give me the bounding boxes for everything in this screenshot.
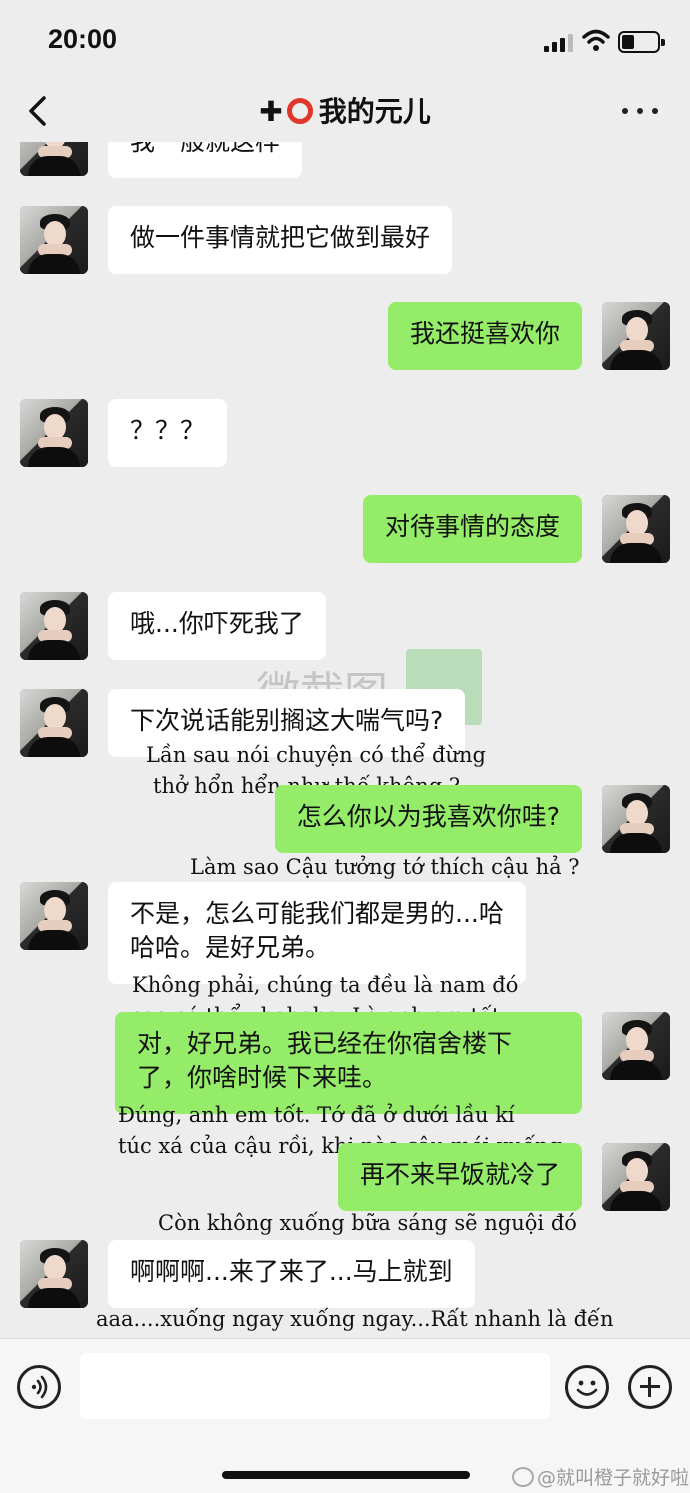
wifi-icon xyxy=(582,29,610,51)
translation-caption: Còn không xuống bữa sáng sẽ nguội đó xyxy=(158,1211,577,1235)
status-bar: 20:00 xyxy=(0,0,690,80)
message-line: 了，你啥时候下来哇。 xyxy=(137,1063,388,1092)
voice-icon[interactable] xyxy=(17,1365,61,1409)
my-avatar[interactable] xyxy=(602,785,670,853)
message-bubble[interactable]: 对待事情的态度 xyxy=(362,495,582,563)
translation-caption: Làm sao Cậu tưởng tớ thích cậu hả ? xyxy=(190,855,580,879)
plus-icon[interactable] xyxy=(628,1365,672,1409)
my-avatar[interactable] xyxy=(602,1012,670,1080)
nav-bar: ✚ 我的元儿 xyxy=(0,80,690,142)
translation-caption: aaa....xuống ngay xuống ngay...Rất nhanh… xyxy=(96,1307,614,1331)
my-avatar[interactable] xyxy=(602,495,670,563)
contact-avatar[interactable] xyxy=(20,689,88,757)
message-bubble[interactable]: 不是，怎么可能我们都是男的...哈 哈哈。是好兄弟。 xyxy=(108,882,526,984)
message-bubble[interactable]: 我一般就这样 xyxy=(108,142,303,178)
message-line: 对，好兄弟。我已经在你宿舍楼下 xyxy=(137,1029,513,1058)
home-indicator[interactable] xyxy=(222,1471,470,1479)
my-avatar[interactable] xyxy=(602,1143,670,1211)
status-time: 20:00 xyxy=(48,24,118,54)
message-bubble[interactable]: 对，好兄弟。我已经在你宿舍楼下 了，你啥时候下来哇。 xyxy=(115,1012,582,1114)
red-circle-icon xyxy=(286,98,313,124)
contact-name: 我的元儿 xyxy=(318,95,431,128)
message-bubble[interactable]: 啊啊啊...来了来了...马上就到 xyxy=(108,1240,475,1308)
contact-avatar[interactable] xyxy=(20,399,88,467)
translation-caption: Đúng, anh em tốt. Tớ đã ở dưới lầu kí xyxy=(118,1103,515,1127)
ellipsis-icon[interactable] xyxy=(622,106,658,116)
translation-caption: Lần sau nói chuyện có thể đừng xyxy=(146,743,486,767)
plus-symbol-icon: ✚ xyxy=(259,95,283,128)
message-line: 不是，怎么可能我们都是男的...哈 xyxy=(130,899,504,928)
message-list[interactable]: 我一般就这样 做一件事情就把它做到最好 我还挺喜欢你 ？？？ 对待事情的态度 哦… xyxy=(0,142,690,1338)
message-input[interactable] xyxy=(80,1353,550,1419)
contact-avatar[interactable] xyxy=(20,142,88,176)
my-avatar[interactable] xyxy=(602,302,670,370)
message-bubble[interactable]: 做一件事情就把它做到最好 xyxy=(108,206,453,274)
signal-icon xyxy=(544,32,574,52)
contact-avatar[interactable] xyxy=(20,206,88,274)
chat-title: ✚ 我的元儿 xyxy=(0,90,690,130)
battery-icon xyxy=(618,31,665,53)
message-bubble[interactable]: 怎么你以为我喜欢你哇? xyxy=(274,785,582,853)
message-bubble[interactable]: 哦...你吓死我了 xyxy=(108,592,326,660)
contact-avatar[interactable] xyxy=(20,1240,88,1308)
message-bubble[interactable]: ？？？ xyxy=(108,399,228,467)
contact-avatar[interactable] xyxy=(20,592,88,660)
emoji-icon[interactable] xyxy=(565,1365,609,1409)
translation-caption: Không phải, chúng ta đều là nam đó xyxy=(132,973,519,997)
message-line: 哈哈。是好兄弟。 xyxy=(130,933,331,962)
weibo-icon xyxy=(512,1467,534,1487)
input-bar: @就叫橙子就好啦 xyxy=(0,1338,690,1493)
weibo-credit: @就叫橙子就好啦 xyxy=(512,1463,689,1490)
message-bubble[interactable]: 再不来早饭就冷了 xyxy=(337,1143,582,1211)
message-bubble[interactable]: 我还挺喜欢你 xyxy=(387,302,582,370)
contact-avatar[interactable] xyxy=(20,882,88,950)
